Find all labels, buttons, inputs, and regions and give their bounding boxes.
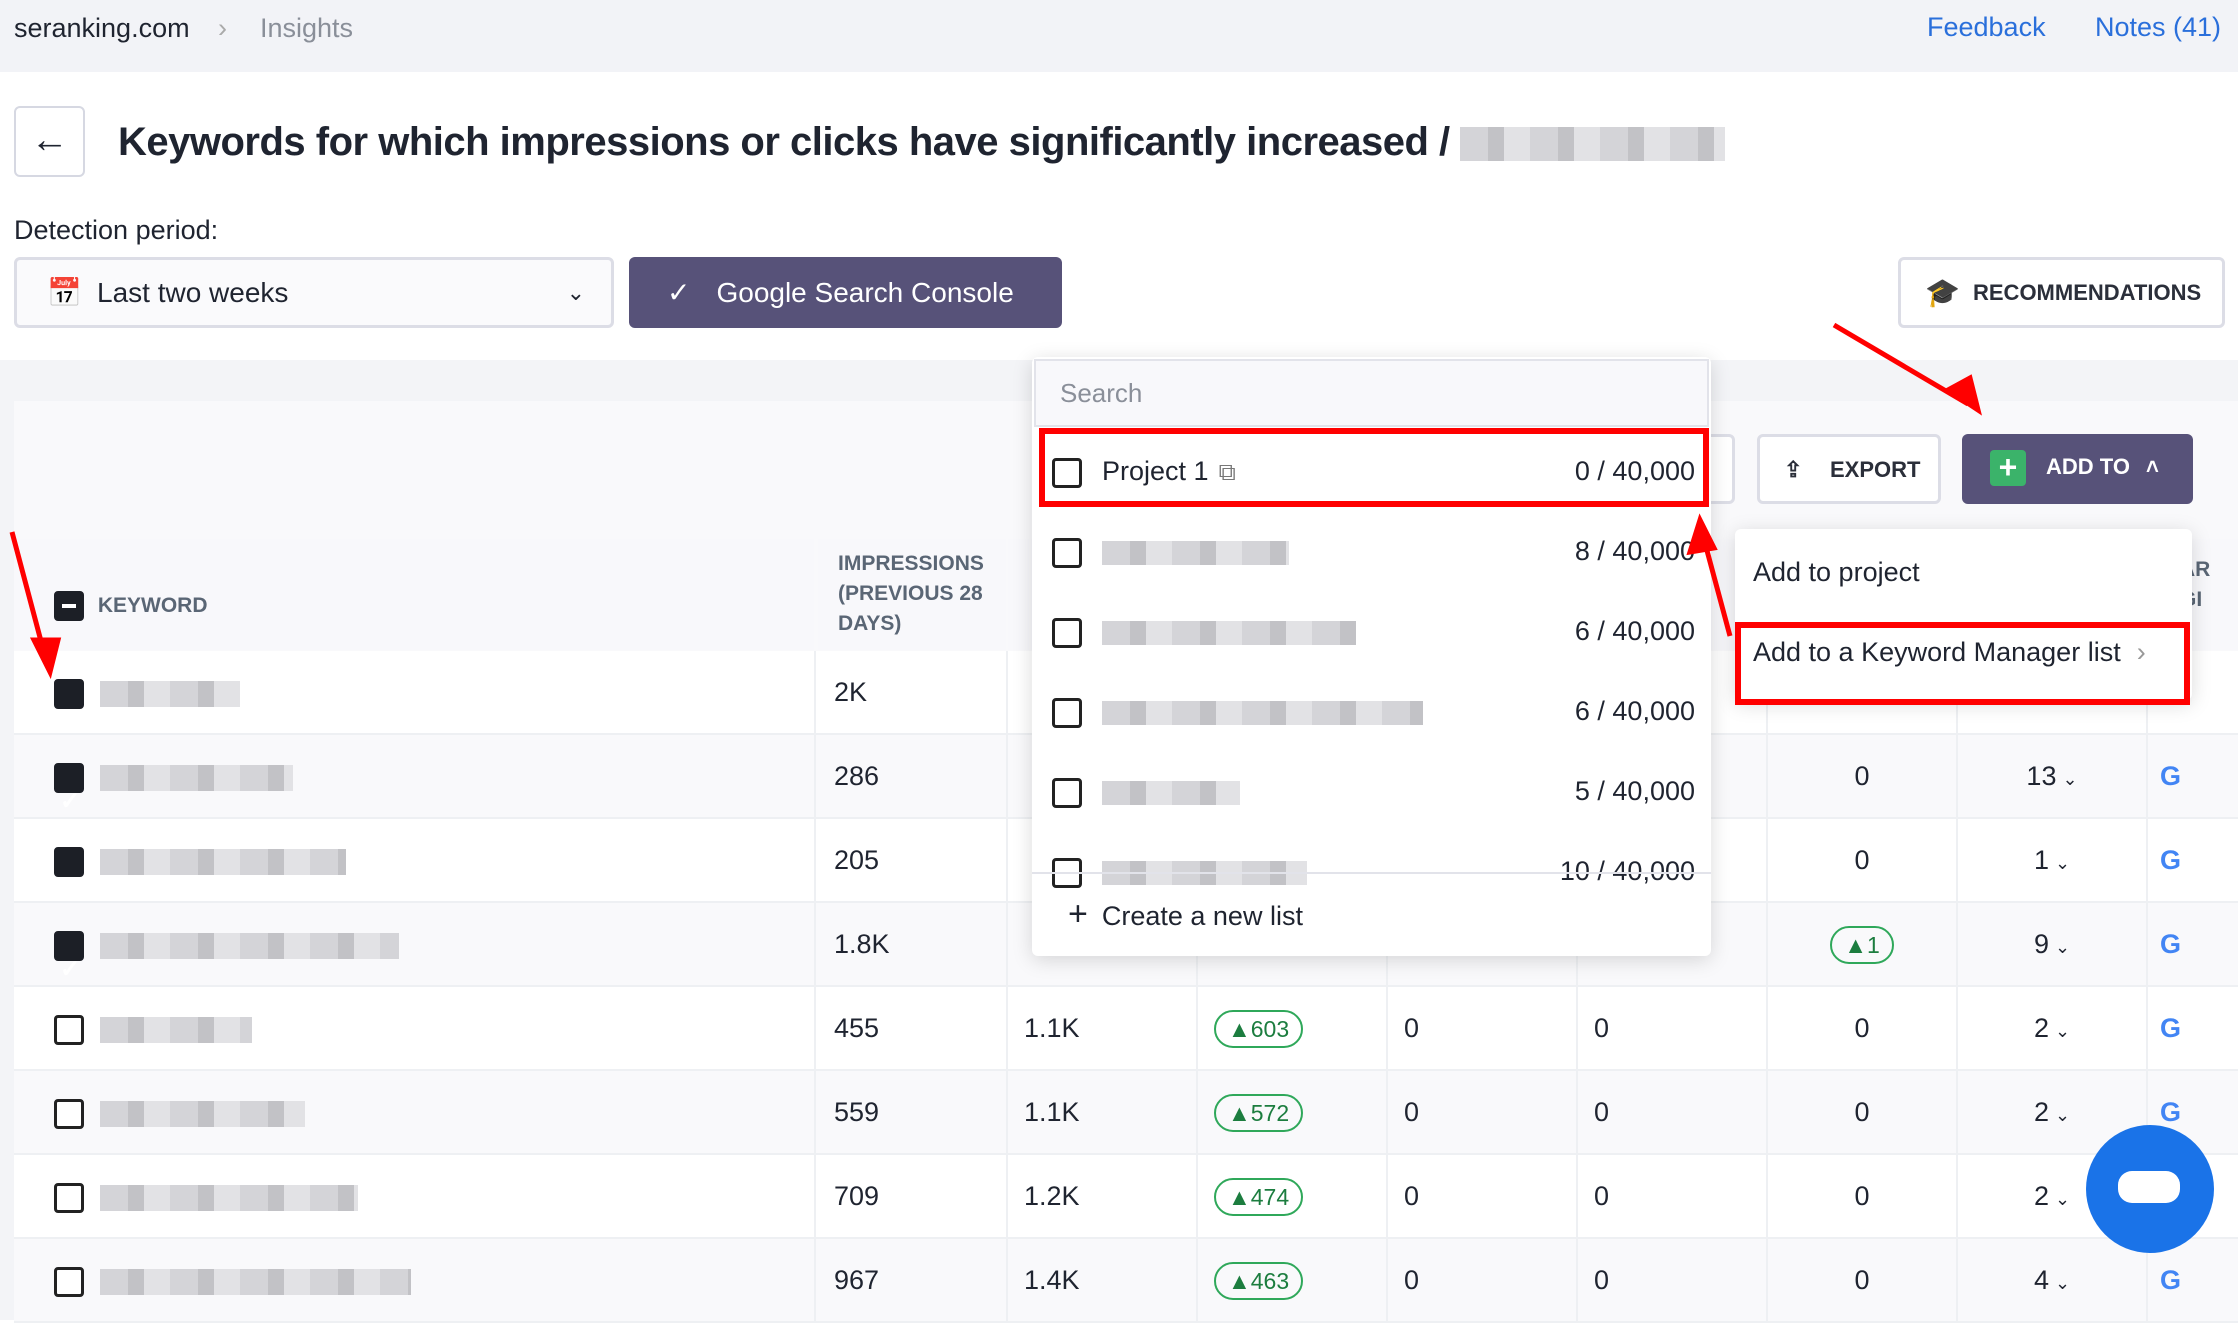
- arrowhead: [1686, 513, 1718, 556]
- arrowhead: [29, 637, 62, 680]
- annotation-arrows: [9, 322, 1982, 680]
- arrowhead: [1943, 374, 1982, 416]
- chat-support-button[interactable]: [2086, 1125, 2214, 1253]
